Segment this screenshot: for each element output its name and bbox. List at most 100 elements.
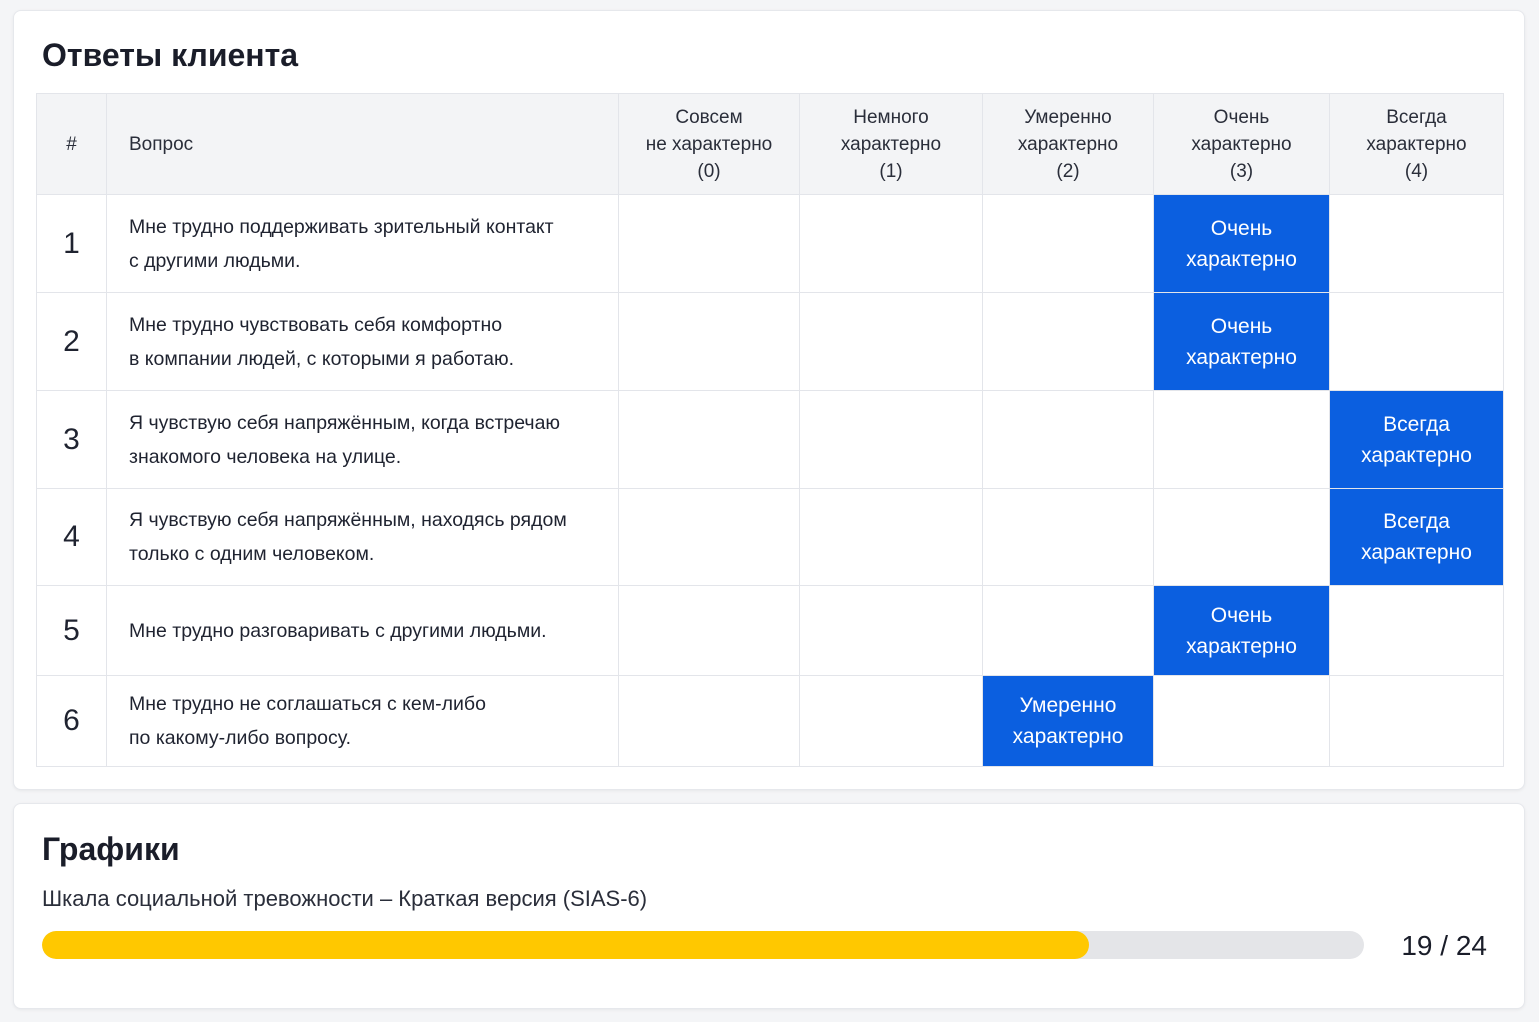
column-header-option-1: Немного характерно (1) (799, 93, 983, 195)
answer-option-cell[interactable] (982, 292, 1154, 391)
answer-option-cell[interactable] (982, 585, 1154, 676)
column-header-option-2: Умеренно характерно (2) (982, 93, 1154, 195)
header-line: (2) (1056, 160, 1080, 182)
column-header-option-4: Всегда характерно (4) (1329, 93, 1504, 195)
header-line: не характерно (645, 133, 773, 155)
answer-option-cell[interactable] (618, 390, 800, 489)
row-number: 2 (36, 292, 107, 391)
answer-option-cell[interactable] (982, 194, 1154, 293)
answer-label-line: Всегда (1383, 510, 1450, 533)
score-value: 19 / 24 (1401, 930, 1487, 961)
answer-option-cell[interactable] (799, 675, 983, 767)
answer-option-cell[interactable] (1329, 194, 1504, 293)
question-text-line: знакомого человека на улице. (129, 445, 402, 468)
header-line: (4) (1404, 160, 1429, 182)
answer-option-cell[interactable] (1153, 488, 1330, 586)
answer-option-cell[interactable] (799, 292, 983, 391)
scale-name: Шкала социальной тревожности – Краткая в… (42, 886, 648, 911)
answer-option-cell[interactable] (799, 488, 983, 586)
header-line: характерно (1366, 133, 1467, 155)
selected-answer-cell[interactable]: Всегда характерно (1329, 488, 1504, 586)
row-number: 4 (36, 488, 107, 586)
table-row: 5 Мне трудно разговаривать с другими людь… (36, 585, 1504, 676)
answer-option-cell[interactable] (1153, 390, 1330, 489)
header-line: (0) (697, 160, 721, 182)
column-header-option-0: Совсем не характерно (0) (618, 93, 800, 195)
answer-label-line: Всегда (1383, 412, 1450, 436)
question-text-line: Я чувствую себя напряжённым, когда встре… (129, 411, 561, 434)
charts-card: Графики Шкала социальной тревожности – К… (13, 803, 1525, 1009)
header-line: (1) (879, 160, 903, 182)
answer-option-cell[interactable] (618, 292, 800, 391)
question-cell: Мне трудно поддерживать зрительный конта… (106, 194, 619, 293)
question-text-line: в компании людей, с которыми я работаю. (129, 347, 515, 370)
row-number: 3 (36, 390, 107, 489)
question-cell: Я чувствую себя напряжённым, находясь ря… (106, 488, 619, 586)
header-line: Немного (853, 106, 929, 128)
question-text-line: Я чувствую себя напряжённым, находясь ря… (129, 509, 567, 531)
answer-option-cell[interactable] (1153, 675, 1330, 767)
header-line: Умеренно (1024, 106, 1112, 128)
answers-table-body: 1 Мне трудно поддерживать зрительный конт… (36, 194, 1504, 767)
answer-label-line: Очень (1210, 603, 1273, 627)
answer-option-cell[interactable] (799, 390, 983, 489)
score-progress-track (42, 931, 1364, 959)
header-line: характерно (1017, 133, 1119, 155)
answer-label-line: Очень (1210, 314, 1273, 338)
answer-option-cell[interactable] (1329, 675, 1504, 767)
selected-answer-cell[interactable]: Очень характерно (1153, 292, 1330, 391)
answers-title: Ответы клиента (42, 37, 299, 73)
answer-label-line: характерно (1012, 725, 1124, 748)
question-text-line: Мне трудно поддерживать зрительный конта… (129, 215, 554, 238)
answer-option-cell[interactable] (799, 194, 983, 293)
header-line: характерно (1191, 133, 1292, 155)
question-text-line: Мне трудно чувствовать себя комфортно (129, 313, 503, 336)
charts-title: Графики (42, 831, 180, 867)
table-row: 2 Мне трудно чувствовать себя комфортно в … (36, 292, 1504, 391)
answer-label-line: характерно (1186, 634, 1297, 658)
row-number: 5 (36, 585, 107, 676)
selected-answer-cell[interactable]: Очень характерно (1153, 194, 1330, 293)
header-line: Совсем (675, 106, 743, 128)
selected-answer-cell[interactable]: Всегда характерно (1329, 390, 1504, 489)
column-header-option-3: Очень характерно (3) (1153, 93, 1330, 195)
question-cell: Мне трудно чувствовать себя комфортно в к… (106, 292, 619, 391)
question-cell: Мне трудно разговаривать с другими людьм… (106, 585, 619, 676)
column-header-question: Вопрос (106, 93, 619, 195)
score-progress-fill (42, 931, 1089, 959)
row-number: 1 (36, 194, 107, 293)
answer-option-cell[interactable] (982, 390, 1154, 489)
answer-option-cell[interactable] (618, 585, 800, 676)
answers-card: Ответы клиента # Вопрос Совсем не характ… (13, 10, 1525, 790)
answer-option-cell[interactable] (618, 488, 800, 586)
table-row: 6 Мне трудно не соглашаться с кем-либо по … (36, 675, 1504, 767)
header-line: Очень (1213, 106, 1270, 128)
answer-label-line: Умеренно (1019, 694, 1117, 717)
answer-option-cell[interactable] (799, 585, 983, 676)
question-text-line: Мне трудно не соглашаться с кем-либо (129, 693, 486, 715)
answer-option-cell[interactable] (1329, 585, 1504, 676)
table-header-row: # Вопрос Совсем не характерно (0) Немног… (36, 93, 1504, 195)
header-line: (3) (1229, 160, 1254, 182)
table-row: 3 Я чувствую себя напряжённым, когда встр… (36, 390, 1504, 489)
question-text-line: с другими людьми. (129, 249, 301, 272)
answer-label-line: характерно (1186, 247, 1297, 271)
answer-label-line: Очень (1210, 216, 1273, 240)
answer-option-cell[interactable] (982, 488, 1154, 586)
header-line: характерно (840, 133, 942, 155)
selected-answer-cell[interactable]: Очень характерно (1153, 585, 1330, 676)
table-row: 4 Я чувствую себя напряжённым, находясь р… (36, 488, 1504, 586)
header-line: Всегда (1386, 106, 1447, 128)
answer-label-line: характерно (1361, 541, 1472, 564)
answer-option-cell[interactable] (618, 194, 800, 293)
question-text-line: только с одним человеком. (129, 543, 375, 565)
question-text-line: Мне трудно разговаривать с другими людьм… (129, 619, 547, 642)
question-cell: Я чувствую себя напряжённым, когда встре… (106, 390, 619, 489)
answer-option-cell[interactable] (1329, 292, 1504, 391)
answers-table: # Вопрос Совсем не характерно (0) Немног… (36, 93, 1504, 767)
selected-answer-cell[interactable]: Умеренно характерно (982, 675, 1154, 767)
table-row: 1 Мне трудно поддерживать зрительный конт… (36, 194, 1504, 293)
answer-option-cell[interactable] (618, 675, 800, 767)
row-number: 6 (36, 675, 107, 767)
question-text-line: по какому-либо вопросу. (129, 727, 351, 749)
